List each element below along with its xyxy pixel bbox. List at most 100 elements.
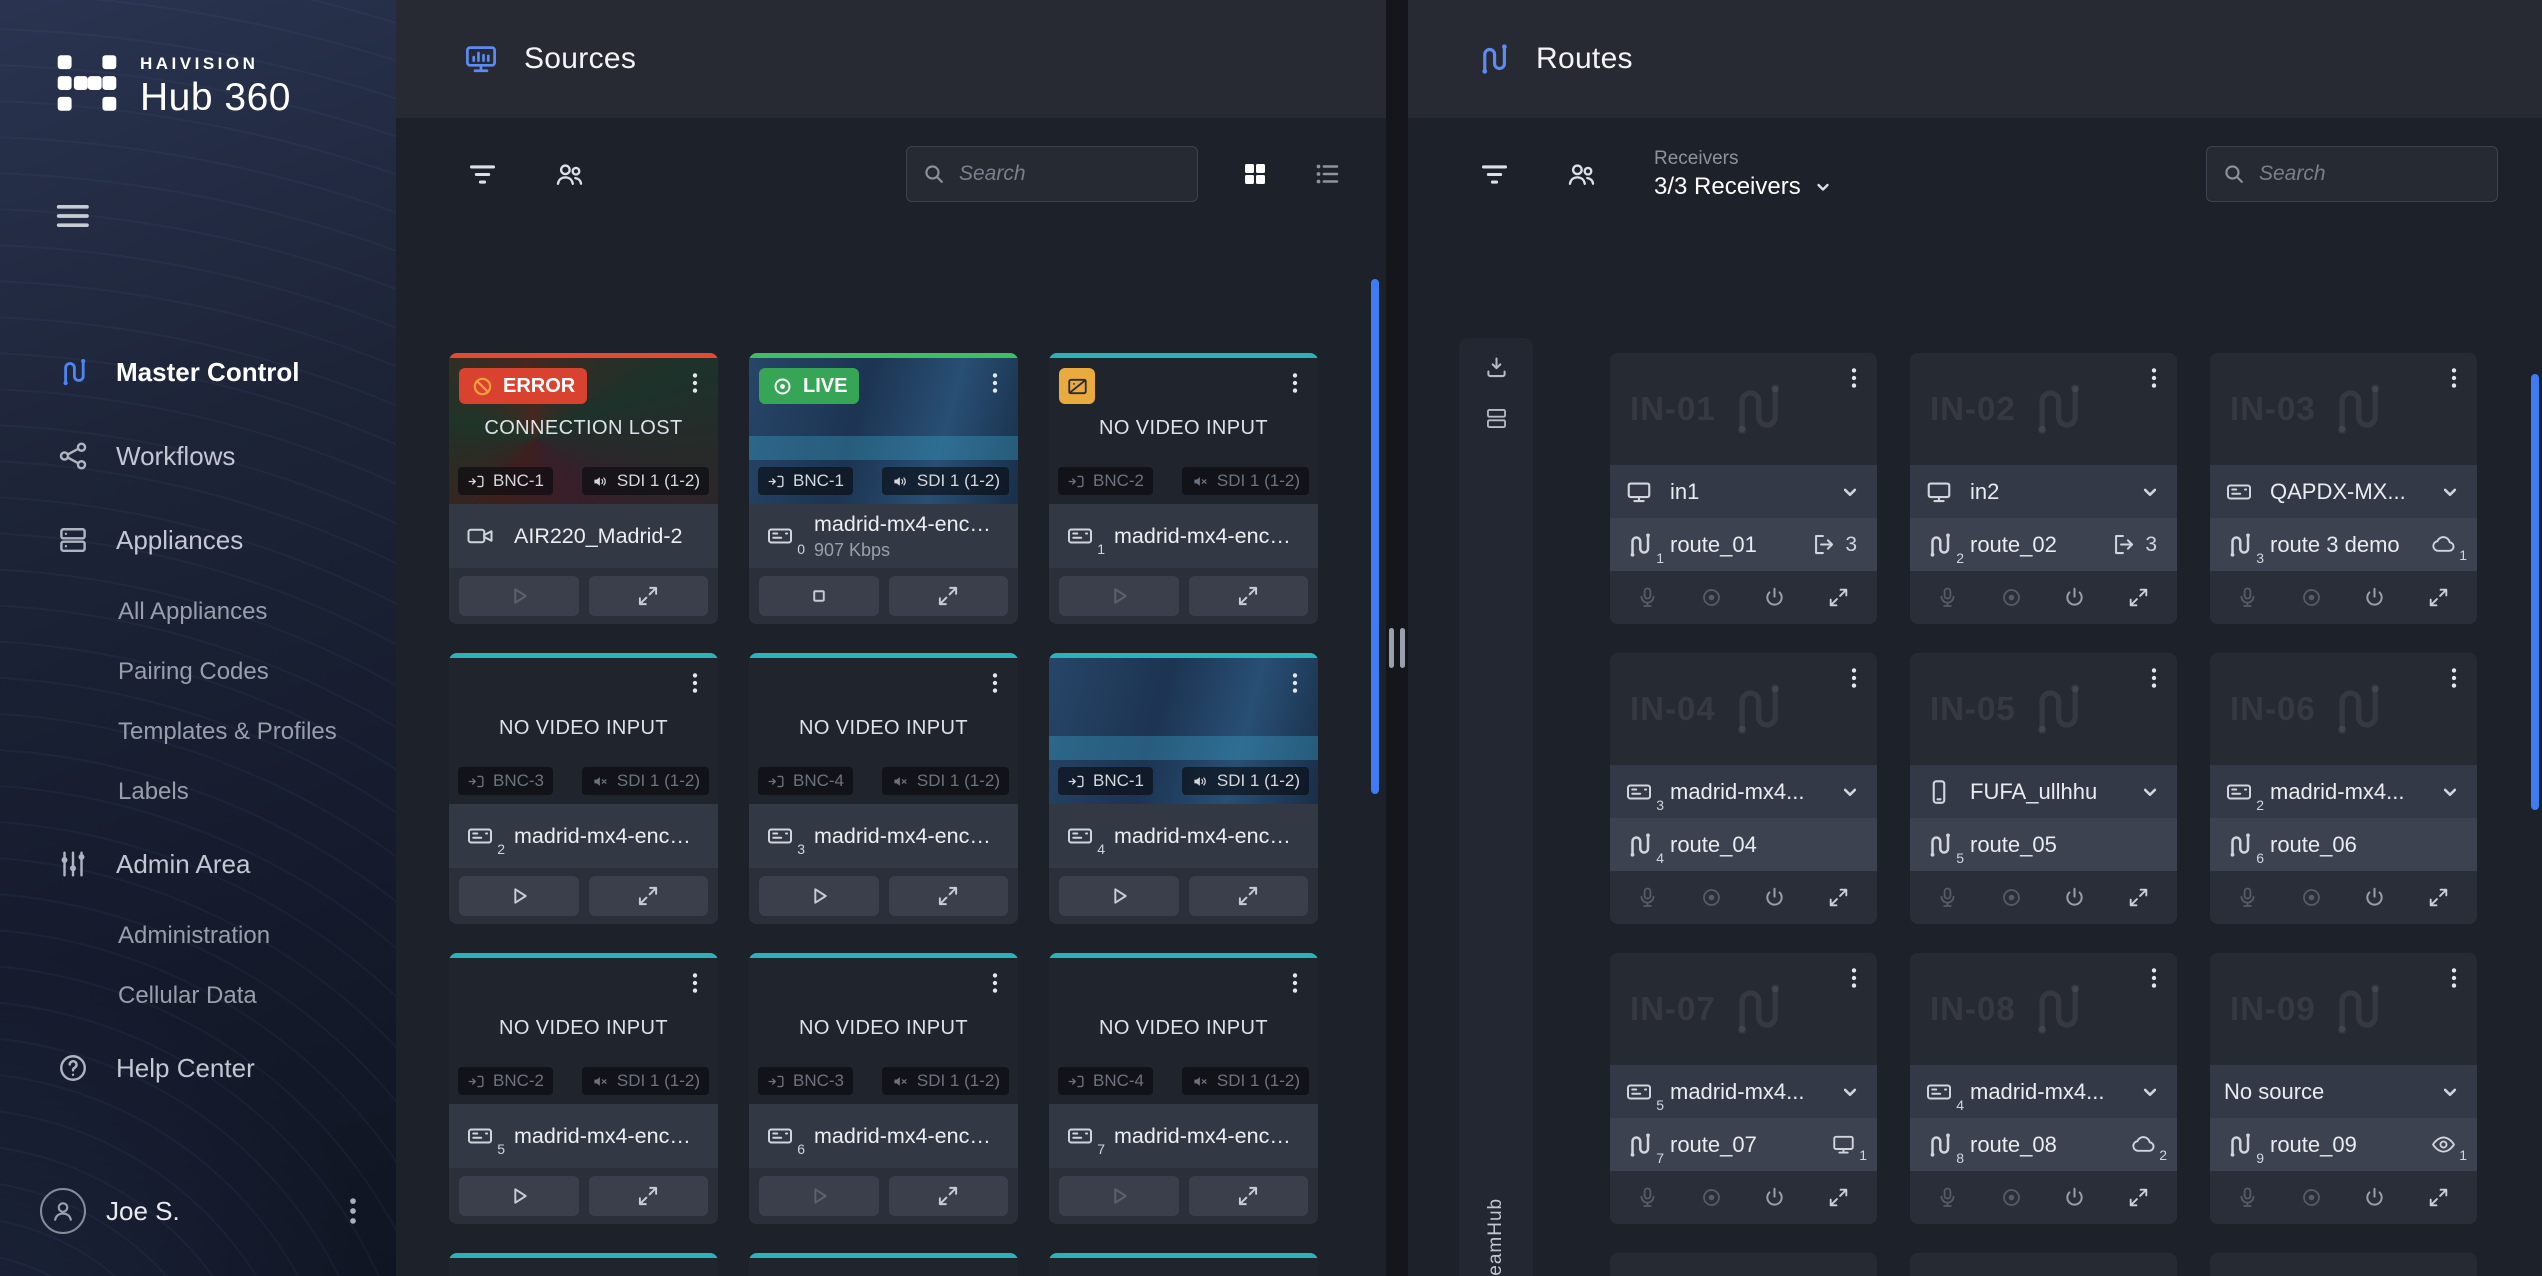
source-card[interactable]: NO VIDEO INPUT BNC-2 SDI 1 (1-2) 1 madri… [1049,353,1318,624]
kebab-menu-icon[interactable] [1278,366,1312,400]
kebab-menu-icon[interactable] [678,966,712,1000]
play-button[interactable] [1059,876,1179,916]
power-button[interactable] [1755,1178,1795,1218]
record-button[interactable] [1992,578,2032,618]
kebab-menu-icon[interactable] [978,966,1012,1000]
route-row[interactable]: 1 route_01 3 [1610,518,1877,571]
kebab-menu-icon[interactable] [978,366,1012,400]
kebab-menu-icon[interactable] [1837,961,1871,995]
expand-button[interactable] [1819,578,1859,618]
route-row[interactable]: 4 route_04 [1610,818,1877,871]
play-button[interactable] [459,576,579,616]
expand-button[interactable] [1819,1178,1859,1218]
kebab-menu-icon[interactable] [678,666,712,700]
source-select-row[interactable]: No source [2210,1065,2477,1118]
source-card[interactable]: NO VIDEO INPUT BNC-3 SDI 1 (1-2) 6 madri… [749,953,1018,1224]
power-button[interactable] [2355,578,2395,618]
download-icon[interactable] [1483,354,1510,381]
sidebar-item-help-center[interactable]: Help Center [0,1026,396,1110]
play-button[interactable] [1059,1176,1179,1216]
sidebar-item-appliances[interactable]: Appliances [0,498,396,582]
source-select-row[interactable]: in1 [1610,465,1877,518]
route-row[interactable]: 3 route 3 demo 1 [2210,518,2477,571]
kebab-menu-icon[interactable] [978,666,1012,700]
sidebar-item-master-control[interactable]: Master Control [0,330,396,414]
play-button[interactable] [459,1176,579,1216]
mic-button[interactable] [1928,1178,1968,1218]
menu-toggle-icon[interactable] [52,196,92,236]
route-row[interactable]: 7 route_07 1 [1610,1118,1877,1171]
record-button[interactable] [2292,1178,2332,1218]
kebab-menu-icon[interactable] [1837,661,1871,695]
route-row[interactable]: 6 route_06 [2210,818,2477,871]
source-card[interactable]: ERROR CONNECTION LOST BNC-1 SDI 1 (1-2) … [449,353,718,624]
route-card[interactable]: IN-01 in1 1 route_01 3 [1610,353,1877,624]
source-card[interactable]: NO VIDEO INPUT BNC-3 SDI 1 (1-2) 2 madri… [449,653,718,924]
route-row[interactable]: 8 route_08 2 [1910,1118,2177,1171]
expand-button[interactable] [889,876,1009,916]
kebab-menu-icon[interactable] [2437,361,2471,395]
record-button[interactable] [2292,578,2332,618]
play-button[interactable] [459,876,579,916]
panel-resize-handle[interactable] [1389,628,1405,668]
power-button[interactable] [2355,878,2395,918]
power-button[interactable] [1755,578,1795,618]
source-card[interactable]: LIVE BNC-1 SDI 1 (1-2) 0 madrid-mx4-enco… [749,353,1018,624]
sidebar-item-cellular-data[interactable]: Cellular Data [0,966,396,1026]
power-button[interactable] [2355,1178,2395,1218]
kebab-menu-icon[interactable] [2137,361,2171,395]
mic-button[interactable] [2228,1178,2268,1218]
sidebar-item-labels[interactable]: Labels [0,762,396,822]
mic-button[interactable] [1628,878,1668,918]
kebab-menu-icon[interactable] [2137,661,2171,695]
filter-icon[interactable] [466,158,499,191]
power-button[interactable] [2055,878,2095,918]
kebab-menu-icon[interactable] [1278,966,1312,1000]
sidebar-item-workflows[interactable]: Workflows [0,414,396,498]
stack-icon[interactable] [1483,405,1510,432]
route-card[interactable]: IN-04 3 madrid-mx4... 4 route_04 [1610,653,1877,924]
kebab-menu-icon[interactable] [2137,961,2171,995]
expand-button[interactable] [1189,576,1309,616]
user-row[interactable]: Joe S. [40,1188,370,1234]
mic-button[interactable] [2228,878,2268,918]
play-button[interactable] [1059,576,1179,616]
route-card[interactable]: IN-06 2 madrid-mx4... 6 route_06 [2210,653,2477,924]
kebab-menu-icon[interactable] [2437,661,2471,695]
kebab-menu-icon[interactable] [2437,961,2471,995]
route-row[interactable]: 5 route_05 [1910,818,2177,871]
sidebar-item-pairing-codes[interactable]: Pairing Codes [0,642,396,702]
play-button[interactable] [759,876,879,916]
sources-search-input[interactable] [906,146,1198,202]
route-card[interactable]: IN-05 FUFA_ullhhu 5 route_05 [1910,653,2177,924]
mic-button[interactable] [2228,578,2268,618]
expand-button[interactable] [589,876,709,916]
record-button[interactable] [1992,878,2032,918]
source-select-row[interactable]: 5 madrid-mx4... [1610,1065,1877,1118]
kebab-menu-icon[interactable] [1837,361,1871,395]
routes-search-input[interactable] [2206,146,2498,202]
power-button[interactable] [2055,1178,2095,1218]
expand-button[interactable] [2419,1178,2459,1218]
source-card[interactable]: BNC-1 SDI 1 (1-2) 4 madrid-mx4-encode... [1049,653,1318,924]
sidebar-item-all-appliances[interactable]: All Appliances [0,582,396,642]
stop-button[interactable] [759,576,879,616]
expand-button[interactable] [589,576,709,616]
group-by-icon[interactable] [553,158,586,191]
expand-button[interactable] [889,1176,1009,1216]
record-button[interactable] [2292,878,2332,918]
source-select-row[interactable]: FUFA_ullhhu [1910,765,2177,818]
expand-button[interactable] [1189,1176,1309,1216]
source-card[interactable]: NO VIDEO INPUT BNC-2 SDI 1 (1-2) 5 madri… [449,953,718,1224]
source-select-row[interactable]: 2 madrid-mx4... [2210,765,2477,818]
expand-button[interactable] [1819,878,1859,918]
filter-icon[interactable] [1478,158,1511,191]
mic-button[interactable] [1928,878,1968,918]
route-row[interactable]: 9 route_09 1 [2210,1118,2477,1171]
sidebar-item-templates-profiles[interactable]: Templates & Profiles [0,702,396,762]
receivers-dropdown[interactable]: Receivers 3/3 Receivers [1654,148,1835,201]
mic-button[interactable] [1628,1178,1668,1218]
expand-button[interactable] [1189,876,1309,916]
grid-view-button[interactable] [1240,159,1270,189]
kebab-menu-icon[interactable] [1278,666,1312,700]
